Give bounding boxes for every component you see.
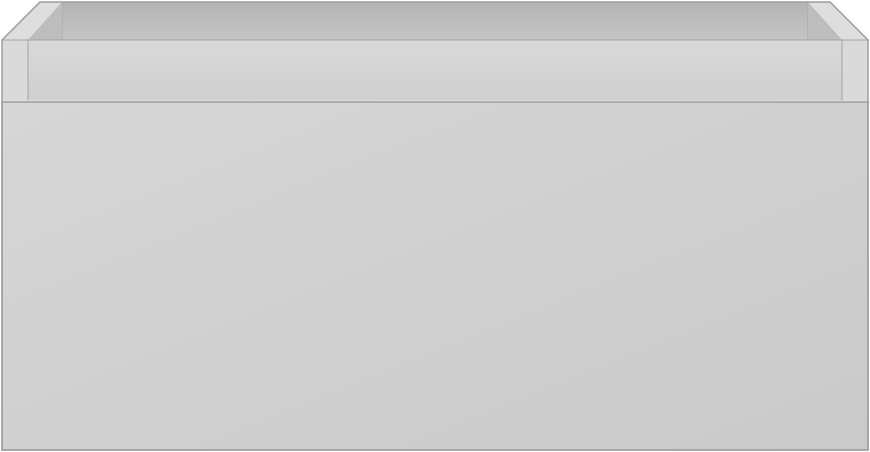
drawer-right-post [841,39,869,103]
drawer-scene [0,0,870,452]
drawer-left-post [1,39,29,103]
drawer-inner-back [40,2,830,40]
drawer-rim-face [27,39,843,103]
drawer-front-panel [1,101,869,451]
drawer-illustration [0,1,870,451]
